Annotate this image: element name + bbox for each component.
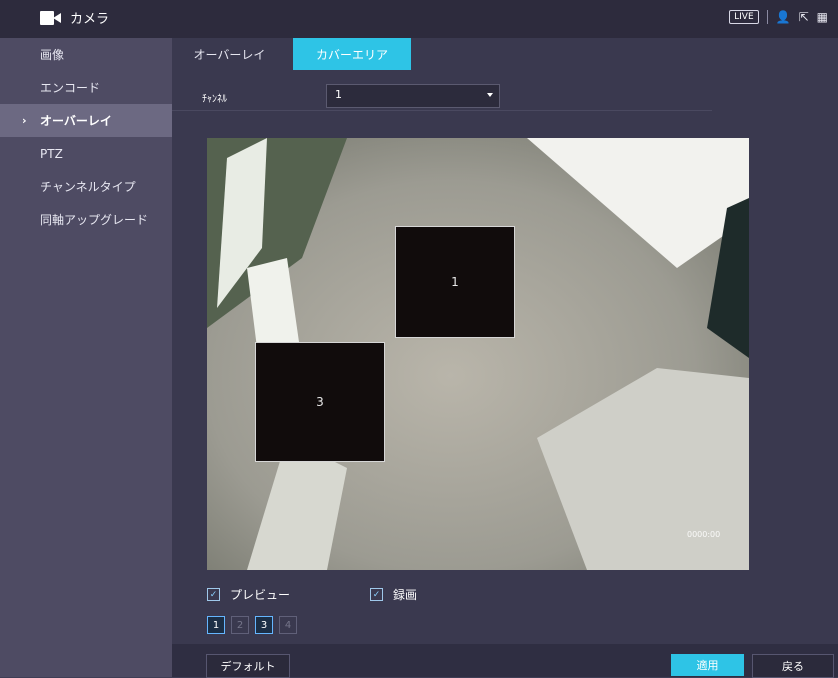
tab-cover-area[interactable]: カバーエリア: [293, 38, 411, 70]
sidebar-item-label: エンコード: [40, 81, 101, 95]
back-button[interactable]: 戻る: [752, 654, 834, 678]
page-title: カメラ: [70, 12, 110, 27]
sidebar-item-label: オーバーレイ: [40, 114, 112, 128]
sidebar-item-label: PTZ: [40, 146, 63, 161]
cover-region-3[interactable]: 3: [255, 342, 385, 462]
region-toggle-2[interactable]: 2: [231, 616, 249, 634]
channel-value: 1: [335, 88, 342, 101]
region-selector: 1 2 3 4: [207, 616, 297, 634]
footer-bar: デフォルト 適用 戻る: [172, 644, 838, 678]
user-icon[interactable]: 👤: [776, 10, 791, 24]
sidebar-item-encode[interactable]: エンコード: [0, 71, 172, 104]
top-bar: カメラ LIVE 👤 ⇱ ▦: [0, 0, 838, 38]
channel-row: ﾁｬﾝﾈﾙ 1: [172, 84, 712, 111]
sidebar-item-ptz[interactable]: PTZ: [0, 137, 172, 170]
camera-preview[interactable]: 1 3 0000:00: [207, 138, 749, 570]
app-title: カメラ: [40, 8, 109, 27]
record-option[interactable]: ✓ 録画: [370, 586, 417, 603]
chevron-down-icon: [487, 93, 493, 97]
preview-label: プレビュー: [230, 588, 291, 602]
record-label: 録画: [393, 588, 418, 602]
record-checkbox[interactable]: ✓: [370, 588, 384, 601]
region-toggle-4[interactable]: 4: [279, 616, 297, 634]
region-toggle-3[interactable]: 3: [255, 616, 273, 634]
preview-checkbox[interactable]: ✓: [207, 588, 220, 601]
menu-grid-icon[interactable]: ▦: [817, 10, 828, 24]
chevron-right-icon: ›: [22, 114, 27, 127]
live-button[interactable]: LIVE: [729, 10, 759, 24]
main-panel: オーバーレイ カバーエリア ﾁｬﾝﾈﾙ 1 1 3 0000:00 ✓ プレビュ…: [172, 38, 838, 678]
region-label: 1: [451, 275, 459, 289]
region-label: 3: [316, 395, 324, 409]
sidebar-item-channel-type[interactable]: チャンネルタイプ: [0, 170, 172, 203]
channel-select[interactable]: 1: [326, 84, 500, 108]
sidebar-item-label: 同軸アップグレード: [40, 213, 149, 227]
sidebar-item-overlay[interactable]: › オーバーレイ: [0, 104, 172, 137]
logout-icon[interactable]: ⇱: [799, 10, 809, 24]
sidebar-item-label: チャンネルタイプ: [40, 180, 136, 194]
divider: [766, 10, 768, 24]
sidebar-item-label: 画像: [40, 48, 65, 62]
tab-overlay[interactable]: オーバーレイ: [172, 38, 287, 70]
sidebar-item-image[interactable]: 画像: [0, 38, 172, 71]
channel-label: ﾁｬﾝﾈﾙ: [202, 94, 227, 105]
preview-option[interactable]: ✓ プレビュー: [207, 586, 290, 603]
sidebar: 画像 エンコード › オーバーレイ PTZ チャンネルタイプ 同軸アップグレード: [0, 38, 172, 677]
sidebar-item-coax-upgrade[interactable]: 同軸アップグレード: [0, 203, 172, 236]
apply-button[interactable]: 適用: [671, 654, 744, 676]
region-toggle-1[interactable]: 1: [207, 616, 225, 634]
tab-bar: オーバーレイ カバーエリア: [172, 38, 838, 70]
top-right-controls: LIVE 👤 ⇱ ▦: [729, 10, 828, 24]
cover-region-1[interactable]: 1: [395, 226, 515, 338]
options-row: ✓ プレビュー ✓ 録画: [207, 586, 417, 603]
camera-icon: [40, 10, 62, 25]
default-button[interactable]: デフォルト: [206, 654, 290, 678]
timestamp: 0000:00: [687, 530, 721, 539]
